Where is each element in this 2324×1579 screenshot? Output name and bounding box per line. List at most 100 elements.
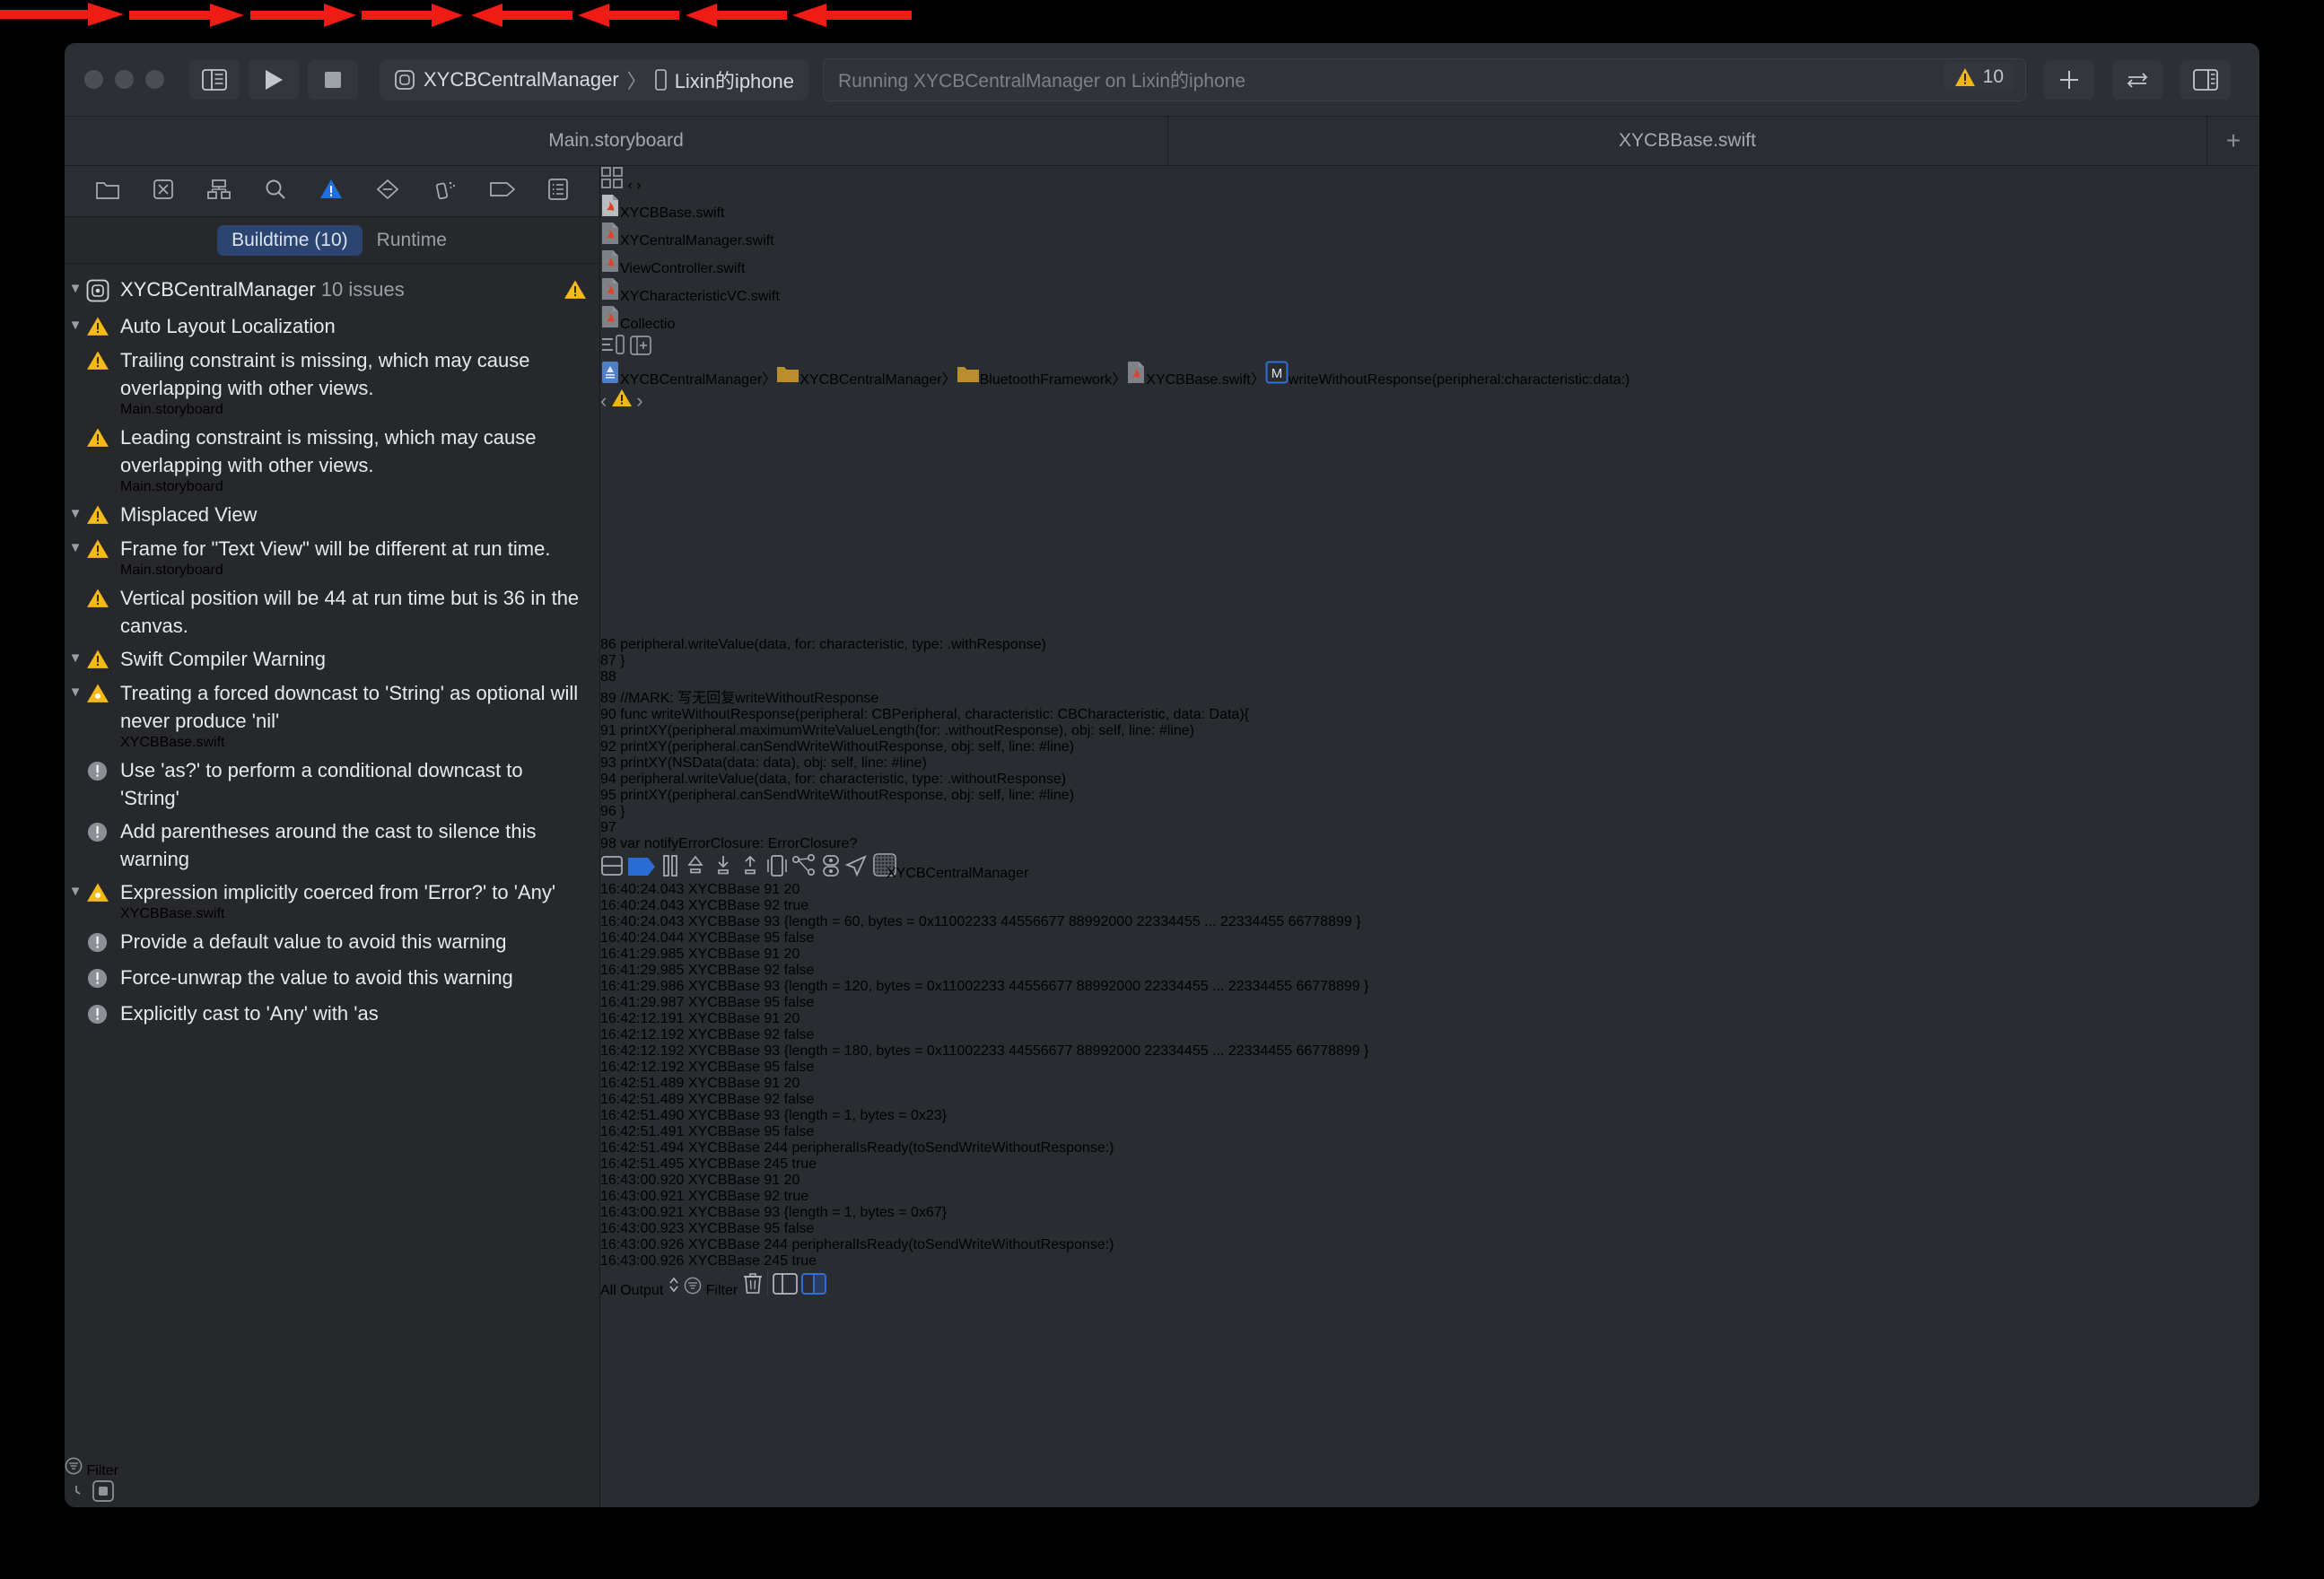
breakpoint-icon[interactable] <box>627 858 656 881</box>
breadcrumb-item[interactable]: BluetoothFramework <box>957 367 1112 388</box>
issue-row[interactable]: ▼ XYCBCentralManager 10 issues <box>65 273 599 310</box>
issue-row[interactable]: ▼ Treating a forced downcast to 'String' … <box>65 676 599 754</box>
editor-nav-controls[interactable]: ‹ › <box>600 166 1629 194</box>
code-line[interactable]: 91 printXY(peripheral.maximumWriteValueL… <box>600 723 1629 739</box>
code-line[interactable]: 86 peripheral.writeValue(data, for: char… <box>600 637 1629 653</box>
breadcrumb-item[interactable]: MwriteWithoutResponse(peripheral:charact… <box>1265 361 1629 388</box>
hierarchy-debug-icon[interactable] <box>791 853 817 881</box>
issue-row[interactable]: ▼ Trailing constraint is missing, which m… <box>65 344 599 421</box>
warning-triangle-icon[interactable] <box>319 179 343 204</box>
add-editor-icon[interactable] <box>629 336 652 360</box>
folder-icon[interactable] <box>95 179 119 204</box>
code-line[interactable]: 95 printXY(peripheral.canSendWriteWithou… <box>600 788 1629 804</box>
plus-icon[interactable] <box>2044 59 2094 100</box>
location-icon[interactable] <box>844 855 868 881</box>
zoom-button[interactable] <box>145 70 164 89</box>
issue-row[interactable]: ▼ Vertical position will be 44 at run tim… <box>65 581 599 642</box>
related-items-icon[interactable] <box>600 167 624 193</box>
disclosure-triangle-icon[interactable]: ▼ <box>65 878 86 905</box>
source-control-icon[interactable] <box>153 179 174 205</box>
code-line[interactable]: 87 } <box>600 653 1629 669</box>
split-title-left[interactable]: Main.storyboard <box>65 117 1168 165</box>
issue-row[interactable]: ▼ Expression implicitly coerced from 'Err… <box>65 876 599 925</box>
issue-row[interactable]: ▼ Swift Compiler Warning <box>65 642 599 676</box>
issue-row[interactable]: ▼ Frame for "Text View" will be different… <box>65 532 599 581</box>
add-editor-button[interactable]: + <box>2207 117 2259 165</box>
editor-tab[interactable]: XYCharacteristicVC.swift <box>600 277 1629 305</box>
minimap-icon[interactable] <box>600 335 625 360</box>
step-out-icon[interactable] <box>738 855 762 881</box>
stop-icon[interactable] <box>308 59 358 100</box>
split-title-right[interactable]: XYCBBase.swift <box>1168 117 2207 165</box>
scope-buildtime-tab[interactable]: Buildtime (10) <box>217 224 363 256</box>
warning-triangle-icon[interactable] <box>611 389 633 411</box>
navigator-filter-input[interactable]: Filter <box>65 1457 599 1479</box>
code-line[interactable]: 89 //MARK: 写无回复writeWithoutResponse <box>600 685 1629 707</box>
code-line[interactable]: 93 printXY(NSData(data: data), obj: self… <box>600 755 1629 772</box>
sidebar-right-icon[interactable] <box>2180 59 2231 100</box>
panel-left-icon[interactable] <box>772 1273 798 1298</box>
scope-runtime-tab[interactable]: Runtime <box>377 230 447 251</box>
back-chevron-icon[interactable]: ‹ <box>627 178 632 193</box>
test-diamond-icon[interactable] <box>376 179 399 205</box>
issue-row[interactable]: ▼ Force-unwrap the value to avoid this wa… <box>65 961 599 997</box>
play-icon[interactable] <box>249 59 299 100</box>
code-line[interactable]: 98 var notifyErrorClosure: ErrorClosure? <box>600 836 1629 852</box>
disclosure-triangle-icon[interactable]: ▼ <box>65 275 86 302</box>
code-lines[interactable]: 86 peripheral.writeValue(data, for: char… <box>600 637 1629 852</box>
code-line[interactable]: 96 } <box>600 804 1629 820</box>
editor-tab[interactable]: Collectio <box>600 305 1629 333</box>
memory-graph-icon[interactable] <box>821 855 841 881</box>
editor-tab[interactable]: XYCentralManager.swift <box>600 222 1629 249</box>
console-toggle-icon[interactable] <box>600 856 624 881</box>
tag-icon[interactable] <box>490 180 516 203</box>
status-warning-badge[interactable]: 10 <box>1943 62 2014 92</box>
console-filter-input[interactable]: Filter <box>684 1277 741 1298</box>
all-output-selector[interactable]: All Output <box>600 1277 684 1298</box>
debug-console-output[interactable]: 16:40:24.043 XYCBBase 91 20 16:40:24.043 … <box>600 882 1629 1269</box>
window-traffic-lights[interactable] <box>84 70 164 89</box>
issue-row[interactable]: ▼ Auto Layout Localization <box>65 310 599 344</box>
next-issue-icon[interactable]: › <box>636 389 642 412</box>
code-line[interactable]: 94 peripheral.writeValue(data, for: char… <box>600 772 1629 788</box>
issue-row[interactable]: ▼ Explicitly cast to 'Any' with 'as <box>65 997 599 1033</box>
issue-row[interactable]: ▼ Use 'as?' to perform a conditional down… <box>65 754 599 815</box>
sidebar-left-icon[interactable] <box>189 59 240 100</box>
issue-row[interactable]: ▼ Misplaced View <box>65 498 599 532</box>
pause-icon[interactable] <box>660 855 680 881</box>
code-line[interactable]: 88 <box>600 669 1629 685</box>
disclosure-triangle-icon[interactable]: ▼ <box>65 501 86 528</box>
panel-right-icon[interactable] <box>801 1273 826 1298</box>
issue-row[interactable]: ▼ Provide a default value to avoid this w… <box>65 925 599 961</box>
step-into-icon[interactable] <box>712 856 735 881</box>
trash-icon[interactable] <box>742 1273 764 1298</box>
search-icon[interactable] <box>265 179 286 205</box>
hierarchy-icon[interactable] <box>207 179 232 205</box>
disclosure-triangle-icon[interactable]: ▼ <box>65 312 86 339</box>
source-code-editor[interactable]: 86 peripheral.writeValue(data, for: char… <box>600 413 1629 852</box>
recent-issues-icon[interactable] <box>65 1479 88 1503</box>
errors-only-icon[interactable] <box>92 1479 115 1503</box>
prev-issue-icon[interactable]: ‹ <box>600 389 607 412</box>
breadcrumb-item[interactable]: XYCBBase.swift <box>1126 362 1251 388</box>
close-button[interactable] <box>84 70 103 89</box>
code-line[interactable]: 90 func writeWithoutResponse(peripheral:… <box>600 707 1629 723</box>
issue-row[interactable]: ▼ Add parentheses around the cast to sile… <box>65 815 599 876</box>
disclosure-triangle-icon[interactable]: ▼ <box>65 679 86 706</box>
editor-tab[interactable]: XYCBBase.swift <box>600 194 1629 222</box>
editor-tab[interactable]: ViewController.swift <box>600 249 1629 277</box>
issue-navigator-tree[interactable]: ▼ XYCBCentralManager 10 issues ▼ Auto Layou… <box>65 264 599 1457</box>
step-over-icon[interactable] <box>684 855 707 881</box>
disclosure-triangle-icon[interactable]: ▼ <box>65 535 86 562</box>
swap-arrows-icon[interactable] <box>2112 59 2162 100</box>
scheme-selector[interactable]: XYCBCentralManager 〉 Lixin的iphone <box>380 58 808 100</box>
debug-spray-icon[interactable] <box>433 179 457 205</box>
code-line[interactable]: 97 <box>600 820 1629 836</box>
disclosure-triangle-icon[interactable]: ▼ <box>65 645 86 672</box>
view-debug-icon[interactable] <box>766 855 788 881</box>
breadcrumb-item[interactable]: XYCBCentralManager <box>600 362 762 388</box>
issue-row[interactable]: ▼ Leading constraint is missing, which ma… <box>65 421 599 498</box>
code-line[interactable]: 92 printXY(peripheral.canSendWriteWithou… <box>600 739 1629 755</box>
forward-chevron-icon[interactable]: › <box>636 178 641 193</box>
breadcrumb-item[interactable]: XYCBCentralManager <box>776 367 942 388</box>
